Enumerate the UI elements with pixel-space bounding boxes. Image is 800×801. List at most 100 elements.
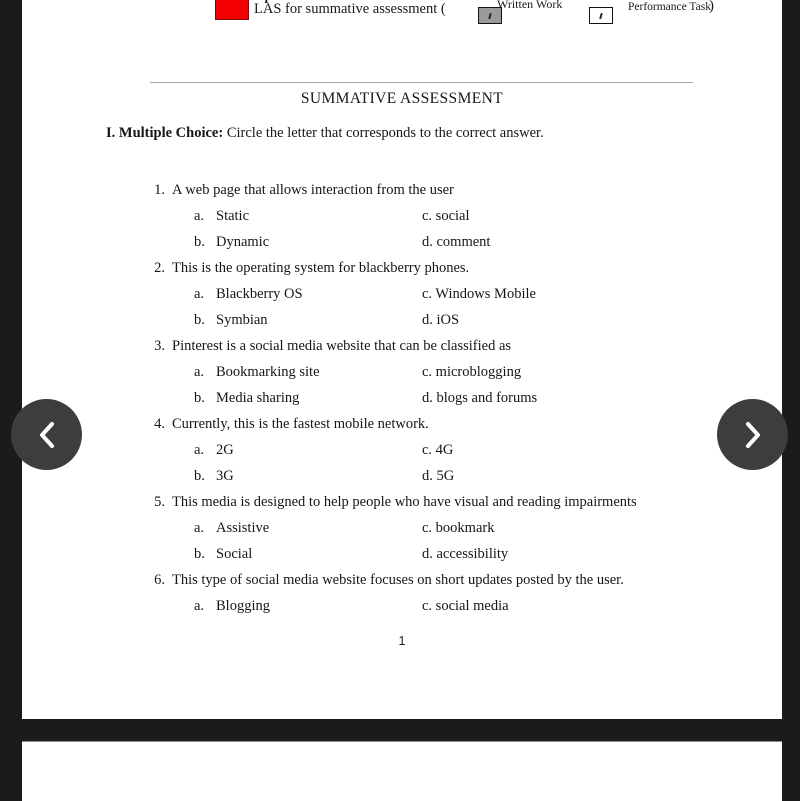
option-a-text: Static [216,208,250,224]
instructions-heading: I. Multiple Choice: [106,125,224,141]
question-item: 6. This type of social media website foc… [22,567,782,619]
question-number: 1. [154,182,165,198]
option-b-letter: b. [194,546,205,562]
option-a-letter: a. [194,208,205,224]
question-number: 5. [154,494,165,510]
instructions-body: Circle the letter that corresponds to th… [223,125,544,141]
option-b-text: 3G [216,468,234,484]
option-a-text: 2G [216,442,234,458]
las-summative-label: LAS for summative assessment ( [254,0,446,17]
option-row: a. Blackberry OS c. Windows Mobile [172,281,782,307]
option-a-text: Bookmarking site [216,364,320,380]
option-b-text: Social [216,546,253,562]
page-title: SUMMATIVE ASSESSMENT [300,90,504,107]
page-number: 1 [398,634,406,648]
option-a[interactable]: a. Assistive [194,515,269,541]
option-c[interactable]: c. microblogging [422,359,521,385]
option-d[interactable]: d. iOS [422,307,459,333]
question-text-row: 2. This is the operating system for blac… [154,255,782,281]
option-row: b. Social d. accessibility [172,541,782,567]
option-d[interactable]: d. accessibility [422,541,508,567]
option-b-letter: b. [194,468,205,484]
next-page-button[interactable] [717,399,788,470]
document-page-1: Concept notes with formative activities … [22,0,782,719]
option-b-letter: b. [194,234,205,250]
question-item: 1. A web page that allows interaction fr… [22,177,782,255]
option-c[interactable]: c. social media [422,593,509,619]
previous-page-button[interactable] [11,399,82,470]
question-text-row: 4. Currently, this is the fastest mobile… [154,411,782,437]
document-header-band: Concept notes with formative activities … [22,0,782,40]
question-list: 1. A web page that allows interaction fr… [22,177,782,619]
header-divider [150,82,693,83]
option-a[interactable]: a. Static [194,203,249,229]
option-row: b. Media sharing d. blogs and forums [172,385,782,411]
question-number: 2. [154,260,165,276]
chevron-left-icon [36,420,58,450]
option-a-text: Assistive [216,520,270,536]
option-c[interactable]: c. 4G [422,437,453,463]
option-a-letter: a. [194,520,205,536]
document-viewer: Concept notes with formative activities … [0,0,800,801]
option-row: a. Assistive c. bookmark [172,515,782,541]
option-row: b. Symbian d. iOS [172,307,782,333]
document-page-2 [22,741,782,801]
option-row: b. 3G d. 5G [172,463,782,489]
option-c[interactable]: c. social [422,203,470,229]
option-d[interactable]: d. comment [422,229,490,255]
option-b[interactable]: b. Symbian [194,307,268,333]
option-a[interactable]: a. 2G [194,437,234,463]
option-a[interactable]: a. Blogging [194,593,270,619]
option-b-text: Media sharing [216,390,300,406]
option-b[interactable]: b. 3G [194,463,234,489]
red-swatch-icon [215,0,249,20]
question-text: This type of social media website focuse… [172,572,624,588]
written-work-label: Written Work [497,0,563,11]
option-b[interactable]: b. Social [194,541,252,567]
question-text: This is the operating system for blackbe… [172,260,470,276]
option-a-letter: a. [194,364,205,380]
option-row: a. Bookmarking site c. microblogging [172,359,782,385]
option-b[interactable]: b. Dynamic [194,229,269,255]
chevron-right-icon [742,420,764,450]
question-text: Currently, this is the fastest mobile ne… [172,416,429,432]
option-a-text: Blogging [216,598,270,614]
question-item: 4. Currently, this is the fastest mobile… [22,411,782,489]
option-a-text: Blackberry OS [216,286,303,302]
performance-task-checkbox[interactable] [589,7,613,24]
option-row: a. Blogging c. social media [172,593,782,619]
question-item: 2. This is the operating system for blac… [22,255,782,333]
question-number: 3. [154,338,165,354]
option-c[interactable]: c. bookmark [422,515,494,541]
option-row: a. Static c. social [172,203,782,229]
question-number: 4. [154,416,165,432]
option-b-letter: b. [194,312,205,328]
instructions-line: I. Multiple Choice: Circle the letter th… [106,125,544,142]
question-text-row: 3. Pinterest is a social media website t… [154,333,782,359]
option-row: a. 2G c. 4G [172,437,782,463]
question-number: 6. [154,572,165,588]
question-text-row: 6. This type of social media website foc… [154,567,782,593]
question-text-row: 1. A web page that allows interaction fr… [154,177,782,203]
page-gap [0,719,800,741]
option-d[interactable]: d. blogs and forums [422,385,537,411]
question-text: This media is designed to help people wh… [172,494,637,510]
las-summative-row: LAS for summative assessment ( [215,0,446,20]
option-b[interactable]: b. Media sharing [194,385,299,411]
question-text: Pinterest is a social media website that… [172,338,512,354]
question-text-row: 5. This media is designed to help people… [154,489,782,515]
option-a-letter: a. [194,598,205,614]
question-item: 5. This media is designed to help people… [22,489,782,567]
option-a-letter: a. [194,442,205,458]
option-a[interactable]: a. Bookmarking site [194,359,320,385]
option-b-text: Symbian [216,312,268,328]
option-row: b. Dynamic d. comment [172,229,782,255]
performance-task-label: Performance Task [628,1,711,13]
question-text: A web page that allows interaction from … [172,182,454,198]
option-a[interactable]: a. Blackberry OS [194,281,303,307]
option-b-letter: b. [194,390,205,406]
option-a-letter: a. [194,286,205,302]
option-c[interactable]: c. Windows Mobile [422,281,536,307]
closing-paren: ) [709,0,714,14]
option-d[interactable]: d. 5G [422,463,454,489]
